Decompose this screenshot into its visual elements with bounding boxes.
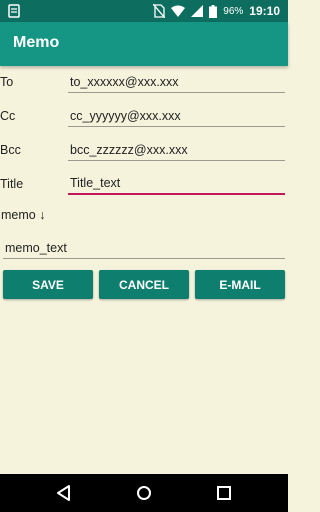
memo-label: memo ↓ [1,208,46,222]
app-bar: Memo [0,22,288,66]
bcc-row: Bcc [0,139,288,163]
title-label: Title [0,177,24,191]
cc-row: Cc [0,105,288,129]
status-bar: 96% 19:10 [0,0,288,22]
email-button[interactable]: E-MAIL [195,270,285,299]
status-time: 19:10 [249,4,280,18]
bcc-label: Bcc [0,143,21,157]
signal-icon [191,5,204,17]
memo-field[interactable] [3,237,285,259]
cc-label: Cc [0,109,16,123]
battery-icon [209,4,218,18]
battery-percent: 96% [223,5,244,17]
app-title: Memo [13,34,60,51]
wifi-icon [171,5,186,17]
recents-icon[interactable] [214,483,234,503]
to-row: To [0,71,288,95]
title-field[interactable] [68,173,285,195]
cancel-button[interactable]: CANCEL [99,270,189,299]
to-label: To [0,75,14,89]
notification-icon [8,4,20,18]
to-field[interactable] [68,71,285,93]
home-icon[interactable] [134,483,154,503]
back-icon[interactable] [54,483,74,503]
no-sim-icon [153,4,166,18]
save-button[interactable]: SAVE [3,270,93,299]
cc-field[interactable] [68,105,285,127]
title-row: Title [0,173,288,197]
bcc-field[interactable] [68,139,285,161]
navigation-bar [0,474,288,512]
